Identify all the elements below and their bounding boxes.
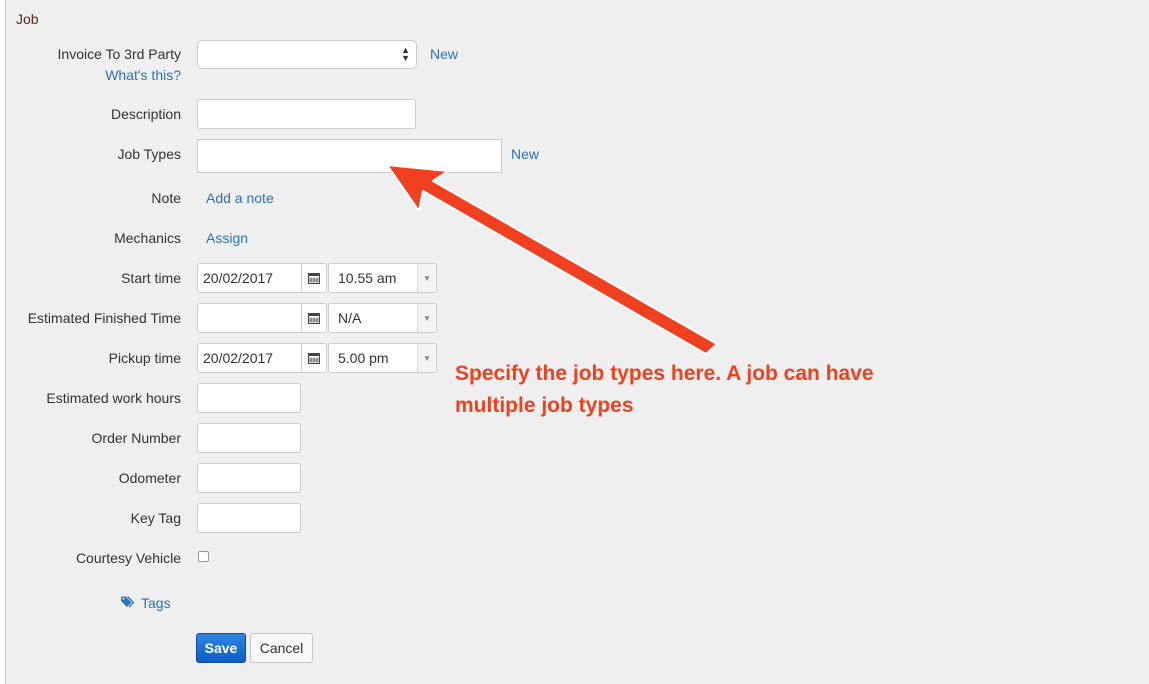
job-form-panel: Job Invoice To 3rd Party What's this? ▲ ▼…: [5, 0, 1149, 684]
annotation-arrow: [386, 164, 718, 355]
annotation-line-1: Specify the job types here. A job can ha…: [455, 362, 874, 385]
annotation-text: Specify the job types here. A job can ha…: [455, 358, 955, 422]
annotation-line-2: multiple job types: [455, 394, 634, 417]
